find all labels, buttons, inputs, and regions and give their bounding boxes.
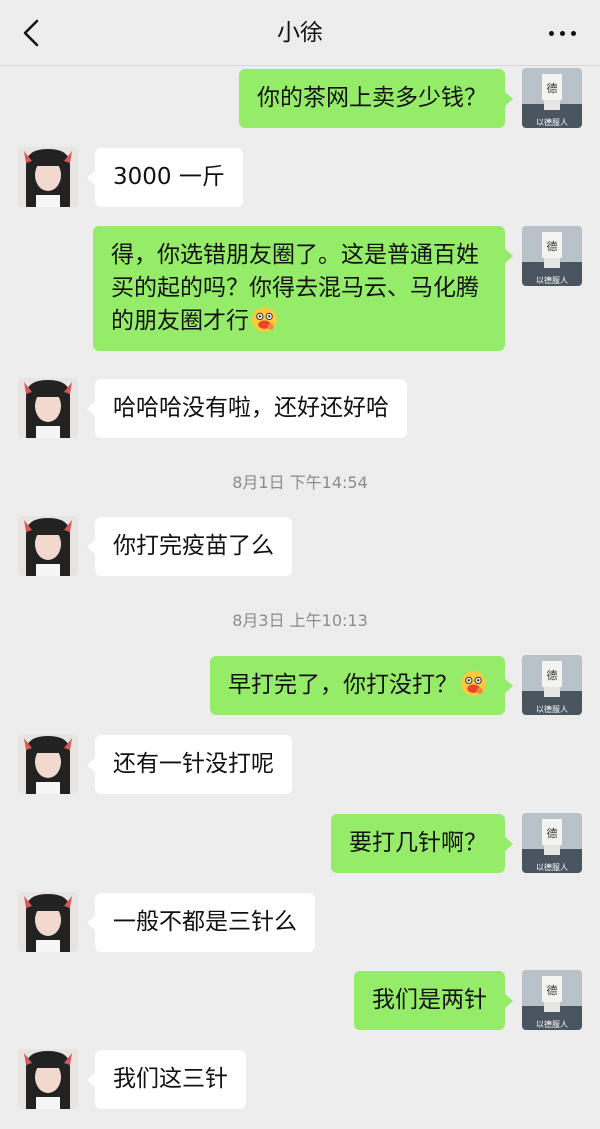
message-bubble-incoming[interactable]: 哈哈哈没有啦，还好还好哈 — [87, 379, 407, 438]
timestamp: 8月1日 下午14:54 — [232, 473, 368, 492]
my-avatar-image: 德 以德服人 — [522, 226, 582, 286]
svg-text:德: 德 — [547, 668, 558, 682]
message-bubble-outgoing[interactable]: 得，你选错朋友圈了。这是普通百姓买的起的吗？你得去混马云、马化腾的朋友圈才行 — [93, 226, 513, 351]
message-bubble-outgoing[interactable]: 要打几针啊？ — [331, 814, 513, 873]
chevron-left-icon — [23, 19, 39, 47]
joking-face-emoji-icon — [461, 671, 486, 696]
my-avatar-image: 德 以德服人 — [522, 813, 582, 873]
svg-text:德: 德 — [547, 826, 558, 840]
message-bubble-outgoing[interactable]: 我们是两针 — [354, 971, 513, 1030]
my-avatar-image: 德 以德服人 — [522, 970, 582, 1030]
contact-avatar-image — [18, 892, 78, 952]
svg-text:德: 德 — [547, 81, 558, 95]
contact-avatar[interactable] — [18, 1049, 78, 1109]
svg-text:德: 德 — [547, 239, 558, 253]
svg-text:以德服人: 以德服人 — [536, 862, 568, 872]
contact-avatar-image — [18, 1049, 78, 1109]
contact-avatar-image — [18, 516, 78, 576]
message-text: 得，你选错朋友圈了。这是普通百姓买的起的吗？你得去混马云、马化腾的朋友圈才行 — [111, 242, 479, 334]
svg-text:以德服人: 以德服人 — [536, 117, 568, 127]
my-avatar-image: 德 以德服人 — [522, 655, 582, 715]
contact-avatar-image — [18, 734, 78, 794]
contact-avatar[interactable] — [18, 378, 78, 438]
message-bubble-outgoing[interactable]: 早打完了，你打没打？ — [210, 656, 513, 715]
back-button[interactable] — [14, 16, 48, 50]
message-bubble-outgoing[interactable]: 你的茶网上卖多少钱？ — [239, 69, 513, 128]
more-dots-icon — [548, 30, 554, 36]
my-avatar[interactable]: 德 以德服人 — [522, 226, 582, 286]
timestamp: 8月3日 上午10:13 — [232, 611, 368, 630]
message-bubble-incoming[interactable]: 我们这三针 — [87, 1050, 246, 1109]
message-bubble-incoming[interactable]: 还有一针没打呢 — [87, 735, 292, 794]
contact-avatar-image — [18, 147, 78, 207]
message-bubble-incoming[interactable]: 3000 一斤 — [87, 148, 243, 207]
joking-face-emoji-icon — [252, 307, 277, 332]
svg-text:以德服人: 以德服人 — [536, 704, 568, 714]
message-bubble-incoming[interactable]: 你打完疫苗了么 — [87, 517, 292, 576]
svg-text:以德服人: 以德服人 — [536, 275, 568, 285]
more-button[interactable] — [542, 16, 582, 50]
svg-text:德: 德 — [547, 983, 558, 997]
my-avatar[interactable]: 德 以德服人 — [522, 813, 582, 873]
message-bubble-incoming[interactable]: 一般不都是三针么 — [87, 893, 315, 952]
contact-avatar[interactable] — [18, 734, 78, 794]
contact-avatar[interactable] — [18, 147, 78, 207]
message-text: 早打完了，你打没打？ — [228, 672, 458, 698]
contact-avatar[interactable] — [18, 892, 78, 952]
svg-text:以德服人: 以德服人 — [536, 1019, 568, 1029]
my-avatar[interactable]: 德 以德服人 — [522, 655, 582, 715]
message-list[interactable]: 你的茶网上卖多少钱？ 德 以德服人 3000 一斤 得，你选错朋友圈了。这是普通… — [0, 66, 600, 1129]
chat-title: 小徐 — [277, 20, 323, 46]
contact-avatar-image — [18, 378, 78, 438]
my-avatar[interactable]: 德 以德服人 — [522, 970, 582, 1030]
my-avatar[interactable]: 德 以德服人 — [522, 68, 582, 128]
contact-avatar[interactable] — [18, 516, 78, 576]
chat-header: 小徐 — [0, 0, 600, 66]
my-avatar-image: 德 以德服人 — [522, 68, 582, 128]
